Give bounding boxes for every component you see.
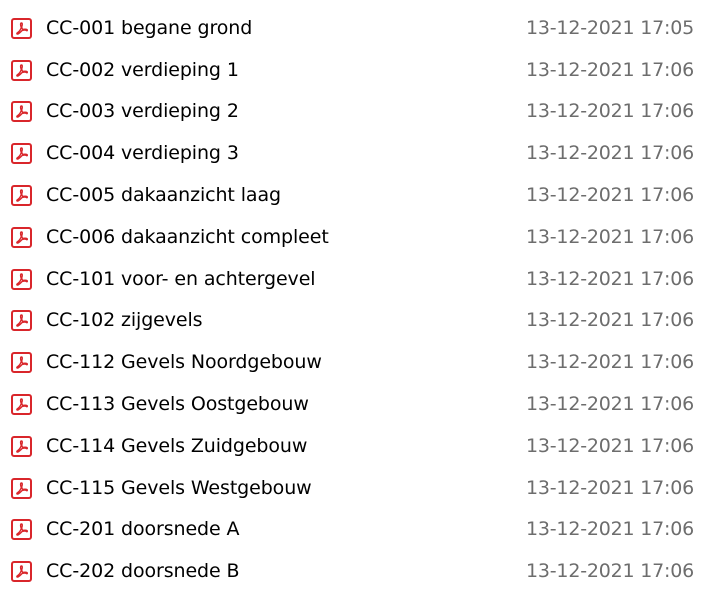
file-date-modified: 13-12-2021 17:06 [526,434,695,457]
pdf-icon [11,352,32,374]
pdf-icon [11,561,32,583]
file-row[interactable]: CC-005 dakaanzicht laag 13-12-2021 17:06 [0,174,709,216]
file-date-modified: 13-12-2021 17:06 [526,309,695,332]
file-date-modified: 13-12-2021 17:06 [526,476,695,499]
file-row[interactable]: CC-102 zijgevels 13-12-2021 17:06 [0,300,709,342]
file-date-modified: 13-12-2021 17:06 [526,225,695,248]
file-date-modified: 13-12-2021 17:05 [526,16,695,39]
file-date-modified: 13-12-2021 17:06 [526,393,695,416]
file-name[interactable]: CC-112 Gevels Noordgebouw [46,351,322,373]
file-name[interactable]: CC-113 Gevels Oostgebouw [46,393,309,415]
pdf-icon [11,435,32,457]
file-row[interactable]: CC-001 begane grond 13-12-2021 17:05 [0,7,709,49]
pdf-icon [11,101,32,123]
file-date-modified: 13-12-2021 17:06 [526,58,695,81]
pdf-icon [11,477,32,499]
pdf-icon [11,519,32,541]
pdf-icon [11,268,32,290]
pdf-icon [11,143,32,165]
file-name[interactable]: CC-114 Gevels Zuidgebouw [46,435,307,457]
file-date-modified: 13-12-2021 17:06 [526,142,695,165]
file-name[interactable]: CC-201 doorsnede A [46,518,240,540]
file-row[interactable]: CC-112 Gevels Noordgebouw 13-12-2021 17:… [0,341,709,383]
file-row[interactable]: CC-114 Gevels Zuidgebouw 13-12-2021 17:0… [0,425,709,467]
file-row[interactable]: CC-201 doorsnede A 13-12-2021 17:06 [0,509,709,551]
file-row[interactable]: CC-115 Gevels Westgebouw 13-12-2021 17:0… [0,467,709,509]
file-row[interactable]: CC-004 verdieping 3 13-12-2021 17:06 [0,132,709,174]
file-row[interactable]: CC-113 Gevels Oostgebouw 13-12-2021 17:0… [0,383,709,425]
file-name[interactable]: CC-202 doorsnede B [46,560,240,582]
file-name[interactable]: CC-102 zijgevels [46,309,203,331]
file-date-modified: 13-12-2021 17:06 [526,518,695,541]
pdf-icon [11,17,32,39]
file-name[interactable]: CC-003 verdieping 2 [46,100,239,122]
pdf-icon [11,59,32,81]
file-row[interactable]: CC-003 verdieping 2 13-12-2021 17:06 [0,91,709,133]
pdf-icon [11,226,32,248]
file-list: CC-001 begane grond 13-12-2021 17:05 CC-… [0,0,709,584]
file-date-modified: 13-12-2021 17:06 [526,267,695,290]
file-name[interactable]: CC-006 dakaanzicht compleet [46,226,329,248]
file-date-modified: 13-12-2021 17:06 [526,100,695,123]
file-row[interactable]: CC-101 voor- en achtergevel 13-12-2021 1… [0,258,709,300]
file-name[interactable]: CC-002 verdieping 1 [46,59,239,81]
file-date-modified: 13-12-2021 17:06 [526,184,695,207]
file-row[interactable]: CC-202 doorsnede B 13-12-2021 17:06 [0,550,709,592]
file-name[interactable]: CC-101 voor- en achtergevel [46,268,316,290]
file-name[interactable]: CC-004 verdieping 3 [46,142,239,164]
file-date-modified: 13-12-2021 17:06 [526,351,695,374]
pdf-icon [11,310,32,332]
file-date-modified: 13-12-2021 17:06 [526,560,695,583]
file-name[interactable]: CC-001 begane grond [46,17,252,39]
pdf-icon [11,185,32,207]
file-row[interactable]: CC-002 verdieping 1 13-12-2021 17:06 [0,49,709,91]
pdf-icon [11,394,32,416]
file-row[interactable]: CC-006 dakaanzicht compleet 13-12-2021 1… [0,216,709,258]
file-name[interactable]: CC-005 dakaanzicht laag [46,184,281,206]
file-name[interactable]: CC-115 Gevels Westgebouw [46,477,312,499]
